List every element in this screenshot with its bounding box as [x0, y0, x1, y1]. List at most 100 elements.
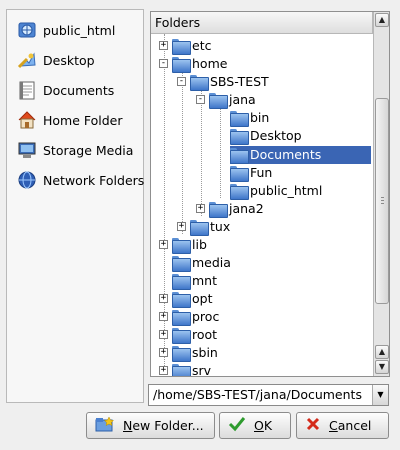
folder-icon [190, 75, 209, 91]
tree-item-label: jana2 [229, 201, 264, 216]
folder-icon [172, 238, 191, 254]
folder-icon [209, 93, 228, 109]
home-icon [17, 110, 37, 130]
folder-tree[interactable]: Folders ▲ ▲ ▼ + etc - home - SBS-TEST - … [150, 11, 390, 377]
document-icon [17, 80, 37, 100]
scroll-down-arrow-icon[interactable]: ▼ [375, 360, 389, 374]
expand-icon[interactable]: + [159, 330, 168, 339]
dropdown-arrow-icon[interactable]: ▼ [372, 385, 388, 405]
tree-item-label: Desktop [250, 128, 302, 143]
tree-item-label: opt [192, 291, 213, 306]
tree-item-label: tux [210, 219, 231, 234]
tree-item-label: jana [229, 92, 256, 107]
tree-column-header[interactable]: Folders [151, 12, 373, 34]
expand-icon[interactable]: + [159, 240, 168, 249]
new-folder-icon [95, 416, 115, 435]
scrollbar-thumb[interactable] [375, 98, 389, 304]
new-folder-label: New Folder... [123, 418, 204, 433]
tree-item-tux[interactable]: + tux [174, 218, 231, 236]
vertical-scrollbar[interactable]: ▲ ▲ ▼ [373, 12, 389, 376]
folder-icon [230, 111, 249, 127]
place-label: Documents [43, 82, 115, 98]
tree-item-label: bin [250, 110, 270, 125]
places-panel: public_html Desktop Documents Home Folde… [6, 9, 144, 403]
computer-icon [17, 140, 37, 160]
tree-item-sbs-test[interactable]: - SBS-TEST [174, 73, 270, 91]
tree-item-label: Fun [250, 165, 273, 180]
scroll-up-arrow-icon[interactable]: ▲ [375, 13, 389, 27]
ok-label: OK [254, 418, 273, 433]
tree-item-opt[interactable]: + opt [156, 290, 213, 308]
tree-item-sbin[interactable]: + sbin [156, 344, 219, 362]
place-network-folders[interactable]: Network Folders [7, 167, 145, 193]
locked-folder-icon [172, 328, 191, 344]
tree-item-label: Documents [249, 146, 323, 164]
expand-icon[interactable]: + [177, 222, 186, 231]
tree-item-label: root [192, 327, 218, 342]
collapse-icon[interactable]: - [159, 59, 168, 68]
tree-item-label: etc [192, 38, 212, 53]
path-combobox[interactable]: /home/SBS-TEST/jana/Documents ▼ [148, 384, 389, 406]
tree-item-proc[interactable]: + proc [156, 308, 220, 326]
folder-icon [172, 364, 191, 376]
desktop-icon [17, 50, 37, 70]
scroll-up-arrow-icon[interactable]: ▲ [375, 345, 389, 359]
tree-line [182, 72, 183, 234]
new-folder-button[interactable]: New Folder... [86, 412, 215, 439]
collapse-icon[interactable]: - [196, 95, 205, 104]
place-documents[interactable]: Documents [7, 77, 143, 103]
tree-item-etc[interactable]: + etc [156, 37, 212, 55]
tree-item-srv[interactable]: + srv [156, 362, 212, 377]
expand-icon[interactable]: + [159, 348, 168, 357]
expand-icon[interactable]: + [159, 312, 168, 321]
place-desktop[interactable]: Desktop [7, 47, 143, 73]
place-home-folder[interactable]: Home Folder [7, 107, 143, 133]
tree-item-public-html[interactable]: public_html [230, 182, 323, 200]
tree-item-label: sbin [192, 345, 218, 360]
folder-icon [172, 274, 191, 290]
cancel-label: Cancel [329, 418, 372, 433]
place-label: Network Folders [43, 172, 145, 188]
folder-icon [172, 310, 191, 326]
tree-item-label: home [192, 56, 228, 71]
tree-item-jana2[interactable]: + jana2 [193, 200, 265, 218]
tree-item-label: SBS-TEST [210, 74, 269, 89]
network-icon [17, 170, 37, 190]
folder-icon [172, 39, 191, 55]
folder-icon [230, 148, 249, 164]
folder-icon [172, 57, 191, 73]
tree-item-lib[interactable]: + lib [156, 236, 208, 254]
folder-icon [172, 256, 191, 272]
place-label: Home Folder [43, 112, 123, 128]
expand-icon[interactable]: + [159, 294, 168, 303]
tree-item-label: srv [192, 363, 212, 377]
tree-item-documents[interactable]: Documents [230, 146, 371, 164]
place-label: public_html [43, 22, 116, 38]
ok-button[interactable]: OK [219, 412, 291, 439]
tree-item-fun[interactable]: Fun [230, 164, 273, 182]
tree-item-bin[interactable]: bin [230, 109, 270, 127]
tree-item-home[interactable]: - home [156, 55, 228, 73]
folder-icon [172, 292, 191, 308]
place-public-html[interactable]: public_html [7, 17, 143, 43]
tree-item-label: media [192, 255, 231, 270]
tree-item-media[interactable]: media [172, 254, 232, 272]
tree-item-jana[interactable]: - jana [193, 91, 257, 109]
expand-icon[interactable]: + [159, 41, 168, 50]
desktop-icon [230, 129, 249, 145]
path-value: /home/SBS-TEST/jana/Documents [153, 387, 362, 402]
folder-icon [190, 220, 209, 236]
tree-item-mnt[interactable]: mnt [172, 272, 218, 290]
expand-icon[interactable]: + [159, 366, 168, 375]
tree-item-desktop[interactable]: Desktop [230, 127, 303, 145]
expand-icon[interactable]: + [196, 204, 205, 213]
place-storage-media[interactable]: Storage Media [7, 137, 143, 163]
folder-icon [172, 346, 191, 362]
globe-folder-icon [17, 20, 37, 40]
tree-item-label: proc [192, 309, 220, 324]
folder-icon [209, 202, 228, 218]
checkmark-icon [228, 416, 246, 435]
tree-item-root[interactable]: + root [156, 326, 218, 344]
cancel-button[interactable]: Cancel [296, 412, 389, 439]
collapse-icon[interactable]: - [177, 77, 186, 86]
